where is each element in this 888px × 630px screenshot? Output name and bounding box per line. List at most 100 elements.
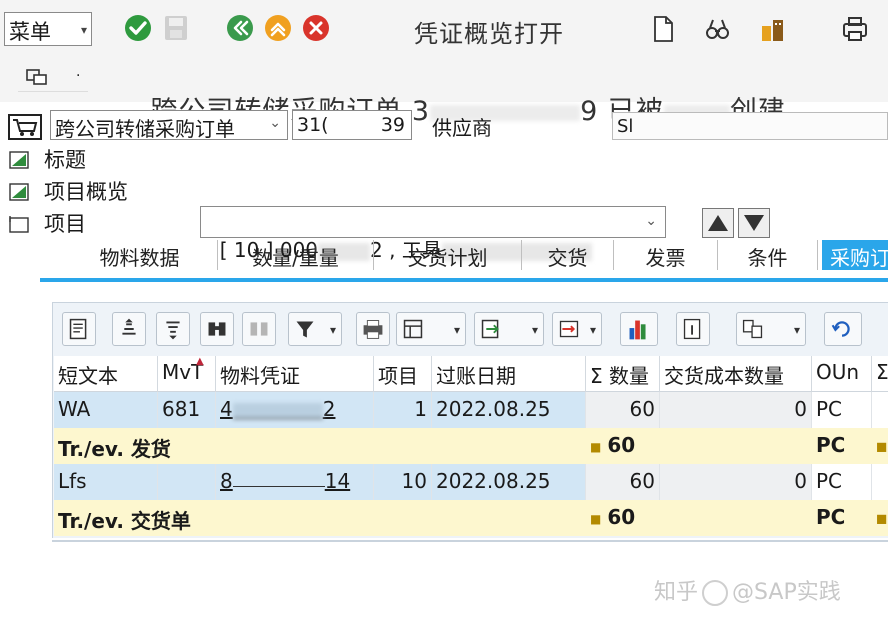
subtotal-marker: ■ — [872, 500, 888, 536]
buildings-icon — [758, 14, 788, 44]
find-button[interactable] — [200, 312, 234, 346]
watermark-logo-icon — [702, 580, 728, 606]
triangle-down-icon — [739, 209, 769, 237]
chevron-down-icon: ⌄ — [269, 115, 281, 131]
subtotal-unit: PC — [812, 428, 872, 464]
table-row[interactable]: Lfs 814 10 2022.08.25 60 0 PC — [54, 464, 888, 500]
next-item-button[interactable] — [738, 208, 770, 238]
menu-button[interactable]: 菜单 ▾ — [4, 12, 92, 46]
cell-material-doc-link[interactable]: 42 — [216, 392, 374, 428]
details-button[interactable] — [62, 312, 96, 346]
new-document-button[interactable] — [648, 14, 678, 44]
bar-chart-icon — [621, 313, 655, 345]
column-header-sum[interactable]: Σ — [872, 356, 888, 392]
layout-button[interactable]: ▾ — [396, 312, 466, 346]
print-button[interactable] — [840, 14, 870, 44]
document-flow-dropdown-icon: ▾ — [794, 323, 800, 337]
binoculars-icon — [702, 14, 732, 44]
sum-marker-icon: ■ — [590, 512, 601, 526]
details-icon — [63, 313, 95, 345]
info-button[interactable] — [676, 312, 710, 346]
document-flow-button[interactable]: ▾ — [736, 312, 806, 346]
column-header-delivery-cost-qty[interactable]: 交货成本数量 — [660, 356, 812, 392]
filter-icon — [289, 313, 321, 345]
tree-item-label: 标题 — [44, 144, 86, 174]
document-type-select[interactable]: 跨公司转储采购订单 ⌄ — [50, 110, 288, 140]
tab-material-data[interactable]: 物料数据 — [62, 240, 218, 270]
tab-underline — [40, 278, 888, 282]
find-button[interactable] — [702, 14, 732, 44]
subtotal-quantity: 60 — [607, 505, 635, 529]
cell-delivery-cost-qty: 0 — [660, 392, 812, 428]
change-layout-dropdown-icon: ▾ — [590, 323, 596, 337]
shopping-cart-icon — [10, 116, 40, 138]
cell-short-text: Lfs — [54, 464, 158, 500]
tab-delivery-schedule[interactable]: 交货计划 — [374, 240, 522, 270]
column-header-posting-date[interactable]: 过账日期 — [432, 356, 586, 392]
cell-quantity: 60 — [586, 464, 660, 500]
sort-ascending-button[interactable] — [112, 312, 146, 346]
org-data-button[interactable] — [758, 14, 788, 44]
printer-icon — [840, 14, 870, 44]
subtotal-row[interactable]: Tr./ev. 发货 ■60 PC ■ — [54, 428, 888, 464]
graphic-button[interactable] — [620, 312, 658, 346]
po-number-field[interactable]: 31( 39 — [292, 110, 412, 140]
po-number-start: 31( — [297, 114, 329, 136]
tab-quantity-weight[interactable]: 数量/重量 — [218, 240, 374, 270]
doc-overview-dropdown-icon: . — [76, 64, 80, 80]
cancel-button[interactable] — [302, 14, 330, 42]
cell-empty — [872, 464, 888, 500]
print-button[interactable] — [356, 312, 390, 346]
subtotal-row[interactable]: Tr./ev. 交货单 ■60 PC ■ — [54, 500, 888, 536]
watermark-text-a: 知乎 — [654, 580, 698, 605]
enter-check-button[interactable] — [124, 14, 152, 42]
sort-ascending-icon — [113, 313, 145, 345]
refresh-button[interactable] — [824, 312, 862, 346]
table-arrow-icon — [553, 313, 585, 345]
find-next-button[interactable] — [242, 312, 276, 346]
tree-item-item-overview[interactable]: 项目概览 — [8, 176, 208, 206]
tab-invoice[interactable]: 发票 — [614, 240, 718, 270]
export-dropdown-icon: ▾ — [532, 323, 538, 337]
column-header-quantity[interactable]: Σ 数量 — [586, 356, 660, 392]
table-row[interactable]: WA 681 42 1 2022.08.25 60 0 PC — [54, 392, 888, 428]
column-header-short-text[interactable]: 短文本 — [54, 356, 158, 392]
window-title: 凭证概览打开 — [414, 14, 564, 49]
sum-marker-icon: ■ — [876, 512, 887, 526]
tree-item-item-detail[interactable]: 项目 — [8, 208, 208, 238]
tab-po-history[interactable]: 采购订 — [822, 240, 888, 270]
tree-item-header[interactable]: 标题 — [8, 144, 208, 174]
doc-overview-icon — [26, 68, 48, 86]
back-button[interactable] — [226, 14, 254, 42]
column-header-order-unit[interactable]: OUn — [812, 356, 872, 392]
document-type-value: 跨公司转储采购订单 — [55, 117, 235, 141]
previous-item-button[interactable] — [702, 208, 734, 238]
tab-conditions[interactable]: 条件 — [718, 240, 818, 270]
material-doc-end: 2 — [323, 397, 336, 421]
change-layout-button[interactable]: ▾ — [552, 312, 602, 346]
check-icon — [124, 14, 152, 42]
cart-icon[interactable] — [8, 114, 42, 140]
filter-button[interactable]: ▾ — [288, 312, 342, 346]
tab-delivery[interactable]: 交货 — [522, 240, 614, 270]
vendor-field[interactable]: Sl — [612, 112, 888, 140]
save-button[interactable] — [162, 14, 190, 42]
document-overview-toggle[interactable]: . — [18, 62, 88, 92]
cell-posting-date: 2022.08.25 — [432, 392, 586, 428]
column-header-item[interactable]: 项目 — [374, 356, 432, 392]
subtotal-label: Tr./ev. 交货单 — [54, 500, 354, 536]
exit-button[interactable] — [264, 14, 292, 42]
item-select[interactable]: [ 10 ] 0002 , 工具 ⌄ — [200, 206, 666, 238]
application-toolbar: 菜单 ▾ 凭证概览打开 — [0, 0, 888, 56]
column-header-material-doc[interactable]: 物料凭证 — [216, 356, 374, 392]
triangle-up-icon — [703, 209, 733, 237]
cell-delivery-cost-qty: 0 — [660, 464, 812, 500]
column-header-mvt[interactable]: MvT — [158, 356, 216, 392]
export-button[interactable]: ▾ — [474, 312, 544, 346]
sort-descending-button[interactable] — [156, 312, 190, 346]
binoculars-icon — [201, 313, 233, 345]
document-flow-icon — [737, 313, 769, 345]
cell-material-doc-link[interactable]: 814 — [216, 464, 374, 500]
exit-icon — [264, 14, 292, 42]
menu-dropdown-icon: ▾ — [81, 23, 87, 37]
